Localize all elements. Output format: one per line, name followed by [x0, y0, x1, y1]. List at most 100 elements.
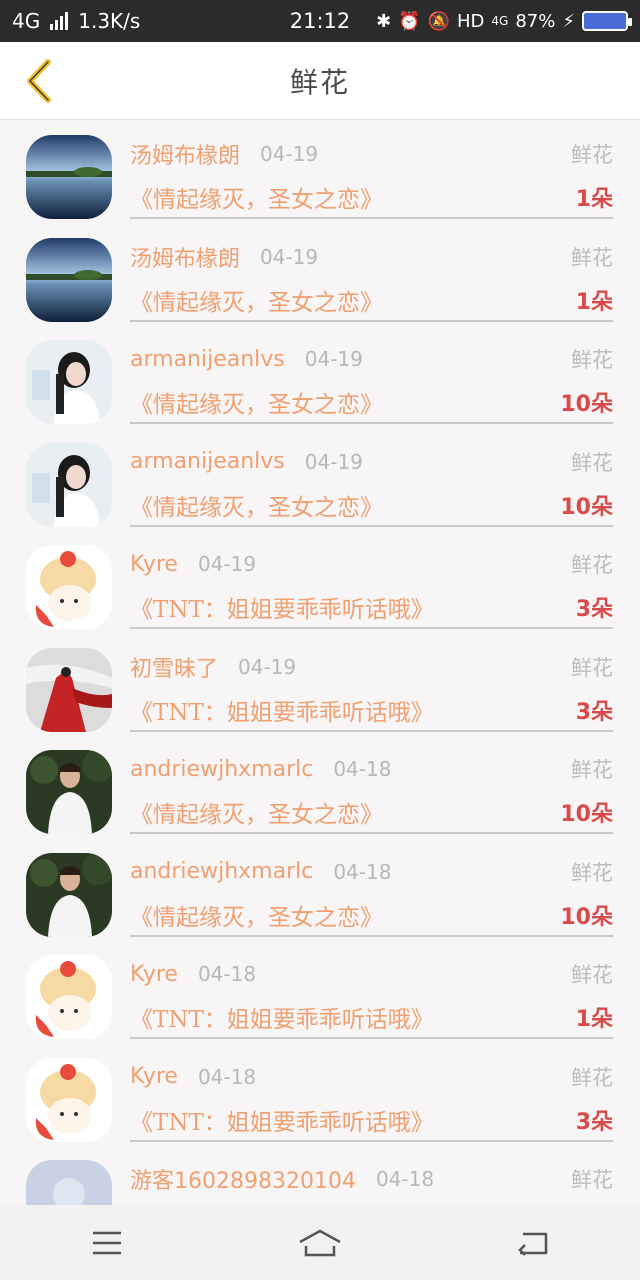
date: 04-18	[333, 757, 392, 781]
gift-type: 鲜花	[571, 758, 613, 782]
avatar[interactable]	[26, 135, 112, 219]
alarm-icon: ⏰	[398, 10, 421, 32]
avatar[interactable]	[26, 955, 112, 1039]
list-item[interactable]: Kyre 04-18 鲜花《TNT：姐姐要乖乖听话哦》 3朵	[0, 1044, 640, 1147]
home-icon	[299, 1229, 341, 1256]
gift-type: 鲜花	[571, 553, 613, 577]
book-title[interactable]: 《TNT：姐姐要乖乖听话哦》	[130, 1103, 434, 1137]
avatar[interactable]	[26, 1057, 112, 1142]
username[interactable]: 汤姆布椽朗	[130, 241, 240, 273]
book-title[interactable]: 《情起缘灭，圣女之恋》	[130, 283, 383, 317]
flower-record-list[interactable]: 汤姆布椽朗 04-19 鲜花 《情起缘灭，圣女之恋》 1朵 汤姆布椽朗 04-19 鲜花 《情起…	[0, 121, 640, 1205]
username[interactable]: armanijeanlvs	[130, 449, 285, 474]
battery-icon	[582, 11, 632, 31]
list-item-content: 汤姆布椽朗 04-19 鲜花 《情起缘灭，圣女之恋》 1朵	[130, 224, 613, 322]
date: 04-18	[197, 962, 257, 986]
username[interactable]: Kyre	[130, 1064, 178, 1089]
battery-percent: 87%	[515, 10, 556, 32]
flower-count: 3朵	[575, 1109, 613, 1135]
list-item-content: armanijeanlvs 04-19 鲜花 《情起缘灭，圣女之恋》 10朵	[130, 429, 613, 527]
username[interactable]: 初雪昧了	[130, 651, 218, 683]
back-button[interactable]	[14, 56, 64, 106]
username[interactable]: Kyre	[130, 962, 178, 987]
flower-count: 1朵	[575, 289, 613, 315]
list-item-content: Kyre 04-19 鲜花 《TNT：姐姐要乖乖听话哦》 3朵	[130, 531, 613, 629]
flower-count: 1朵	[575, 1007, 613, 1032]
list-item[interactable]: Kyre 04-18 鲜花 《TNT：姐姐要乖乖听话哦》 1朵	[0, 941, 640, 1044]
back-icon	[518, 1232, 548, 1256]
list-item[interactable]: 汤姆布椽朗 04-19 鲜花《情起缘灭，圣女之恋》 1朵	[0, 121, 640, 224]
book-title[interactable]: 《情起缘灭，圣女之恋》	[130, 385, 383, 419]
username[interactable]: 汤姆布椽朗	[130, 138, 240, 170]
avatar[interactable]	[26, 750, 112, 834]
book-title[interactable]: 《情起缘灭，圣女之恋》	[130, 180, 383, 214]
chevron-left-icon	[27, 59, 51, 103]
book-title[interactable]: 《情起缘灭，圣女之恋》	[130, 795, 383, 829]
book-title[interactable]: 《情起缘灭，圣女之恋》	[130, 488, 383, 522]
list-item[interactable]: 初雪昧了 04-19 鲜花 《TNT：姐姐要乖乖听话哦》 3朵	[0, 634, 640, 737]
network-small: 4G	[491, 14, 509, 28]
flower-count: 10朵	[560, 494, 613, 520]
list-item[interactable]: 游客1602898320104 04-18 鲜花	[0, 1146, 640, 1205]
list-item[interactable]: 汤姆布椽朗 04-19 鲜花 《情起缘灭，圣女之恋》 1朵	[0, 224, 640, 327]
list-item[interactable]: Kyre 04-19 鲜花 《TNT：姐姐要乖乖听话哦》 3朵	[0, 531, 640, 634]
username[interactable]: andriewjhxmarlc	[130, 757, 313, 782]
username[interactable]: 游客1602898320104	[130, 1163, 356, 1195]
username[interactable]: armanijeanlvs	[130, 347, 285, 372]
mute-icon: 🔕	[427, 10, 450, 32]
date: 04-19	[304, 449, 363, 474]
book-title[interactable]: 《TNT：姐姐要乖乖听话哦》	[130, 1000, 434, 1034]
signal-icon	[50, 12, 69, 30]
avatar[interactable]	[26, 237, 112, 322]
avatar[interactable]	[26, 340, 112, 424]
flower-count: 1朵	[575, 187, 613, 212]
date: 04-18	[197, 1064, 257, 1089]
status-bar: 4G 1.3K/s 21:12 ✱ ⏰ 🔕 HD 4G 87% ⚡	[0, 0, 640, 42]
book-title[interactable]: 《TNT：姐姐要乖乖听话哦》	[130, 590, 434, 624]
list-item-content: andriewjhxmarlc 04-18 鲜花《情起缘灭，圣女之恋》 10朵	[130, 839, 613, 937]
gift-type: 鲜花	[571, 143, 613, 167]
flower-count: 3朵	[575, 699, 613, 725]
date: 04-19	[260, 142, 319, 166]
list-item[interactable]: andriewjhxmarlc 04-18 鲜花《情起缘灭，圣女之恋》 10朵	[0, 839, 640, 942]
flower-count: 10朵	[560, 392, 613, 417]
book-title[interactable]: 《情起缘灭，圣女之恋》	[130, 898, 383, 932]
gift-type: 鲜花	[571, 860, 613, 885]
bluetooth-icon: ✱	[376, 10, 392, 32]
network-speed: 1.3K/s	[78, 9, 141, 33]
gift-type: 鲜花	[571, 1168, 613, 1192]
page-title: 鲜花	[289, 65, 350, 99]
book-title[interactable]: 《TNT：姐姐要乖乖听话哦》	[130, 693, 434, 727]
list-item[interactable]: armanijeanlvs 04-19 鲜花 《情起缘灭，圣女之恋》 10朵	[0, 429, 640, 532]
list-item-content: armanijeanlvs 04-19 鲜花《情起缘灭，圣女之恋》 10朵	[130, 326, 613, 424]
avatar[interactable]	[26, 442, 112, 527]
home-button[interactable]	[288, 1218, 352, 1268]
flower-count: 10朵	[560, 904, 613, 930]
date: 04-19	[197, 552, 257, 576]
flower-count: 10朵	[560, 802, 613, 827]
date: 04-19	[304, 347, 363, 371]
list-item-content: 游客1602898320104 04-18 鲜花	[130, 1146, 613, 1205]
date: 04-18	[375, 1167, 435, 1191]
avatar[interactable]	[26, 647, 112, 732]
list-item-content: Kyre 04-18 鲜花 《TNT：姐姐要乖乖听话哦》 1朵	[130, 941, 613, 1039]
list-item[interactable]: armanijeanlvs 04-19 鲜花《情起缘灭，圣女之恋》 10朵	[0, 326, 640, 429]
gift-type: 鲜花	[571, 1065, 613, 1090]
username[interactable]: andriewjhxmarlc	[130, 859, 313, 884]
username[interactable]: Kyre	[130, 552, 178, 577]
network-type: 4G	[12, 9, 41, 33]
hd-indicator: HD	[457, 10, 485, 32]
list-item[interactable]: andriewjhxmarlc 04-18 鲜花《情起缘灭，圣女之恋》 10朵	[0, 736, 640, 839]
back-nav-button[interactable]	[501, 1218, 565, 1268]
date: 04-18	[333, 859, 392, 884]
menu-button[interactable]	[75, 1218, 139, 1268]
gift-type: 鲜花	[571, 655, 613, 680]
avatar[interactable]	[26, 545, 112, 629]
list-item-content: 初雪昧了 04-19 鲜花 《TNT：姐姐要乖乖听话哦》 3朵	[130, 634, 613, 732]
avatar[interactable]	[26, 1160, 112, 1205]
charging-icon: ⚡	[562, 10, 575, 32]
list-item-content: andriewjhxmarlc 04-18 鲜花《情起缘灭，圣女之恋》 10朵	[130, 736, 613, 834]
header: 鲜花	[0, 42, 640, 120]
gift-type: 鲜花	[571, 348, 613, 372]
avatar[interactable]	[26, 852, 112, 937]
